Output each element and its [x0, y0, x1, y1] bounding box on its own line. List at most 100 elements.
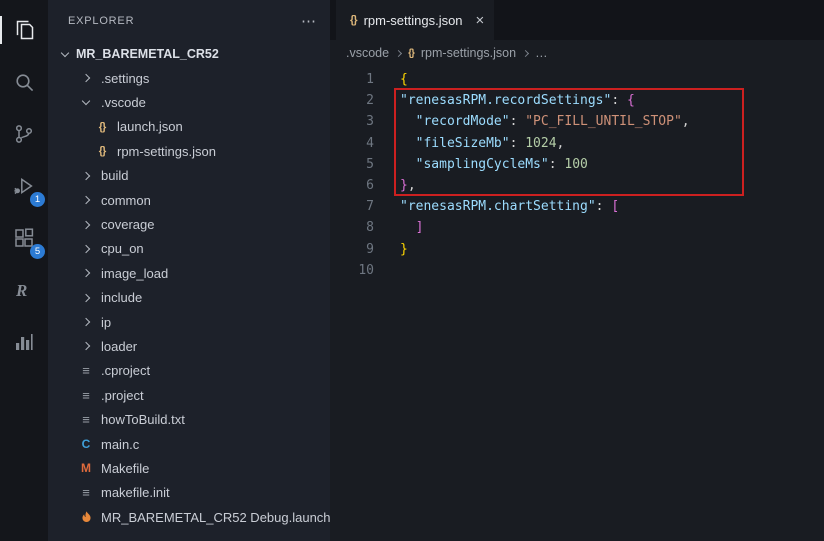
makefile-icon: M [81, 461, 91, 476]
tree-item-launch-json[interactable]: {} launch.json [48, 115, 330, 139]
tree-item-build[interactable]: build [48, 164, 330, 188]
chart-icon [16, 334, 33, 350]
chevron-right-icon [78, 220, 94, 229]
svg-text:R: R [15, 281, 27, 300]
tree-item-rpm-settings-json[interactable]: {} rpm-settings.json [48, 139, 330, 163]
tree-item--project[interactable]: ≡ .project [48, 383, 330, 407]
code-line: 8 ] [330, 217, 824, 238]
tree-item-howtobuild-txt[interactable]: ≡ howToBuild.txt [48, 407, 330, 431]
tree-item-label: ip [101, 314, 112, 330]
file-tree: .settings .vscode {} launch.json {} rpm-setti… [48, 66, 330, 529]
json-icon: {} [98, 120, 107, 133]
tree-item-makefile-init[interactable]: ≡ makefile.init [48, 481, 330, 505]
chevron-down-icon [60, 48, 70, 57]
c-icon: C [81, 437, 91, 452]
tree-item--cproject[interactable]: ≡ .cproject [48, 359, 330, 383]
more-actions-icon[interactable]: ⋯ [301, 12, 316, 30]
tree-item-label: main.c [101, 436, 140, 452]
editor-area: {} rpm-settings.json × .vscode {} rpm-se… [330, 0, 824, 541]
code-line: 10 [330, 260, 824, 281]
file-icon: ≡ [82, 387, 90, 403]
activity-explorer-button[interactable] [0, 4, 48, 56]
tree-item-loader[interactable]: loader [48, 334, 330, 358]
tree-item-label: cpu_on [101, 241, 144, 257]
tree-item-cpu-on[interactable]: cpu_on [48, 237, 330, 261]
code-line: 3 "recordMode": "PC_FILL_UNTIL_STOP", [330, 111, 824, 132]
code-line-text[interactable]: "fileSizeMb": 1024, [400, 133, 565, 154]
tree-item-label: common [101, 192, 151, 208]
launch-icon [78, 510, 94, 524]
breadcrumbs: .vscode {} rpm-settings.json … [330, 40, 824, 66]
tree-item-image-load[interactable]: image_load [48, 261, 330, 285]
breadcrumb-file[interactable]: rpm-settings.json [421, 46, 516, 60]
chevron-right-icon [395, 49, 403, 57]
code-line-text[interactable]: } [400, 239, 408, 260]
tree-item-coverage[interactable]: coverage [48, 212, 330, 236]
code-line-text[interactable]: "renesasRPM.recordSettings": { [400, 90, 635, 111]
code-line-text[interactable]: ] [400, 217, 424, 238]
tree-item--settings[interactable]: .settings [48, 66, 330, 90]
tree-item-mr-baremetal-cr52-debug-launch[interactable]: MR_BAREMETAL_CR52 Debug.launch [48, 505, 330, 529]
vscode-window: 1 5 R EXPLORER ⋯ MR_BAREMETAL_CR52 .sett… [0, 0, 824, 541]
line-number: 9 [366, 241, 374, 257]
activity-extensions-button[interactable]: 5 [0, 212, 48, 264]
json-icon: {} [408, 47, 415, 59]
chevron-right-icon [78, 171, 94, 180]
line-number: 4 [366, 135, 374, 151]
code-line: 7 "renesasRPM.chartSetting": [ [330, 196, 824, 217]
activity-chart-button[interactable] [0, 316, 48, 368]
explorer-sidebar: EXPLORER ⋯ MR_BAREMETAL_CR52 .settings .v… [48, 0, 330, 541]
activity-bar: 1 5 R [0, 0, 48, 541]
tree-item-label: image_load [101, 265, 169, 281]
file-icon: ≡ [82, 412, 90, 428]
file-icon: ≡ [82, 363, 90, 379]
code-line-text[interactable]: { [400, 69, 408, 90]
tree-item--vscode[interactable]: .vscode [48, 90, 330, 114]
chevron-right-icon [78, 195, 94, 205]
tree-item-ip[interactable]: ip [48, 310, 330, 334]
tree-item-label: .cproject [101, 363, 151, 379]
close-icon[interactable]: × [476, 13, 485, 28]
breadcrumb-folder[interactable]: .vscode [346, 46, 389, 60]
chevron-right-icon [78, 73, 94, 83]
line-number: 10 [358, 262, 374, 278]
tree-item-makefile[interactable]: M Makefile [48, 456, 330, 480]
code-line: 5 "samplingCycleMs": 100 [330, 154, 824, 175]
tab-rpm-settings-json[interactable]: {} rpm-settings.json × [336, 0, 495, 40]
breadcrumb-more[interactable]: … [535, 46, 548, 60]
line-number: 7 [366, 199, 374, 215]
activity-search-button[interactable] [0, 56, 48, 108]
tab-label: rpm-settings.json [363, 12, 463, 28]
file-icon: ≡ [82, 485, 90, 501]
tree-item-label: coverage [101, 217, 155, 233]
activity-renesas-button[interactable]: R [0, 264, 48, 316]
tree-item-label: .settings [101, 70, 150, 86]
chevron-right-icon [78, 244, 94, 254]
workspace-label: MR_BAREMETAL_CR52 [76, 47, 219, 61]
line-number: 6 [366, 177, 374, 193]
activity-run-debug-button[interactable]: 1 [0, 160, 48, 212]
code-line: 1{ [330, 69, 824, 90]
code-line-text[interactable]: "samplingCycleMs": 100 [400, 154, 588, 175]
tree-item-label: Makefile [101, 460, 150, 476]
tree-item-main-c[interactable]: Cmain.c [48, 432, 330, 456]
code-line-text[interactable]: }, [400, 175, 416, 196]
chevron-right-icon [522, 49, 530, 57]
workspace-root[interactable]: MR_BAREMETAL_CR52 [48, 42, 330, 66]
line-number: 3 [366, 114, 374, 130]
source-control-icon [15, 125, 33, 143]
json-icon: {} [98, 145, 107, 158]
code-line: 9} [330, 239, 824, 260]
tree-item-label: include [101, 290, 143, 306]
run-debug-badge: 1 [30, 192, 45, 207]
code-area[interactable]: 1{2 "renesasRPM.recordSettings": {3 "reco… [330, 66, 824, 541]
files-explorer-icon [16, 20, 34, 40]
activity-source-control-button[interactable] [0, 108, 48, 160]
code-line-text[interactable]: "renesasRPM.chartSetting": [ [400, 196, 619, 217]
tree-item-label: howToBuild.txt [101, 412, 185, 428]
search-icon [16, 74, 34, 92]
tree-item-common[interactable]: common [48, 188, 330, 212]
tree-item-include[interactable]: include [48, 286, 330, 310]
code-line-text[interactable]: "recordMode": "PC_FILL_UNTIL_STOP", [400, 111, 690, 132]
json-icon: {} [350, 14, 358, 26]
